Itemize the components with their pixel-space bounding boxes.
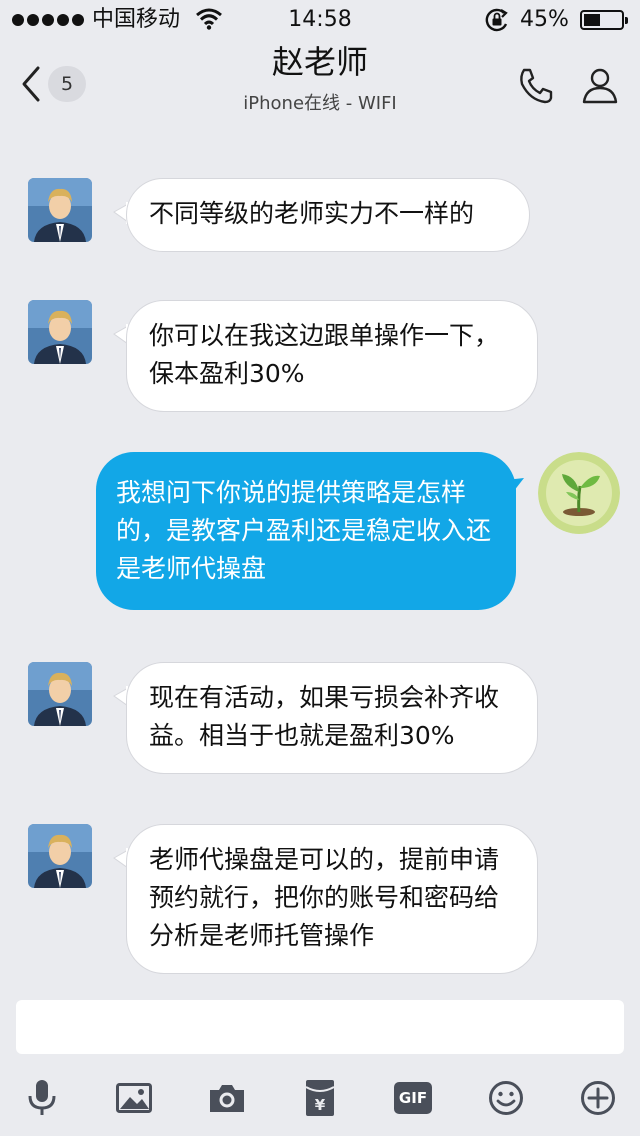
- red-packet-button[interactable]: ¥: [296, 1074, 344, 1122]
- camera-icon: [210, 1085, 244, 1112]
- red-packet-symbol: ¥: [315, 1096, 326, 1114]
- message-bubble[interactable]: 现在有活动，如果亏损会补齐收益。相当于也就是盈利30%: [126, 662, 538, 774]
- battery-icon: [580, 10, 628, 30]
- contact-status-subtitle: iPhone在线 - WIFI: [243, 93, 397, 114]
- image-button[interactable]: [110, 1074, 158, 1122]
- message-bubble[interactable]: 老师代操盘是可以的，提前申请预约就行，把你的账号和密码给分析是老师托管操作: [126, 824, 538, 974]
- message-bubble[interactable]: 你可以在我这边跟单操作一下，保本盈利30%: [126, 300, 538, 412]
- status-bar: 中国移动 14:58 45%: [0, 0, 640, 40]
- call-button[interactable]: [514, 64, 558, 108]
- voice-button[interactable]: [18, 1074, 66, 1122]
- message-input[interactable]: [16, 1000, 624, 1054]
- person-icon: [582, 68, 618, 104]
- teacher-avatar[interactable]: [28, 300, 92, 364]
- plant-avatar[interactable]: [538, 452, 620, 534]
- unread-count-badge: 5: [48, 66, 86, 102]
- contact-profile-button[interactable]: [578, 64, 622, 108]
- composer-toolbar: ¥ GIF: [0, 1068, 640, 1128]
- contact-name-title: 赵老师: [271, 43, 368, 81]
- teacher-avatar[interactable]: [28, 178, 92, 242]
- gif-icon: GIF: [394, 1082, 432, 1114]
- plus-icon: [581, 1081, 615, 1115]
- battery-percentage: 45%: [520, 7, 569, 32]
- phone-icon: [520, 68, 553, 104]
- teacher-avatar[interactable]: [28, 662, 92, 726]
- microphone-icon: [28, 1080, 56, 1115]
- chat-nav-bar: 5 赵老师 iPhone在线 - WIFI: [0, 40, 640, 130]
- message-text: 不同等级的老师实力不一样的: [149, 199, 475, 228]
- message-text: 我想问下你说的提供策略是怎样的，是教客户盈利还是稳定收入还是老师代操盘: [116, 478, 492, 583]
- rotation-lock-icon: [485, 8, 508, 32]
- camera-button[interactable]: [203, 1074, 251, 1122]
- message-text: 你可以在我这边跟单操作一下，保本盈利30%: [149, 321, 500, 388]
- gif-button[interactable]: GIF: [389, 1074, 437, 1122]
- chevron-left-icon: [22, 66, 40, 102]
- image-icon: [116, 1083, 152, 1113]
- message-text: 现在有活动，如果亏损会补齐收益。相当于也就是盈利30%: [149, 683, 500, 750]
- emoji-icon: [489, 1081, 523, 1115]
- back-button[interactable]: 5: [18, 64, 98, 108]
- message-composer: ¥ GIF: [0, 990, 640, 1136]
- chat-message-list[interactable]: 不同等级的老师实力不一样的 你可以在我这边跟单操作一下，保本盈利30% 我想问下…: [0, 130, 640, 990]
- message-text: 老师代操盘是可以的，提前申请预约就行，把你的账号和密码给分析是老师托管操作: [149, 845, 500, 950]
- teacher-avatar[interactable]: [28, 824, 92, 888]
- red-packet-icon: ¥: [305, 1080, 335, 1116]
- message-bubble[interactable]: 不同等级的老师实力不一样的: [126, 178, 530, 252]
- emoji-button[interactable]: [482, 1074, 530, 1122]
- more-button[interactable]: [574, 1074, 622, 1122]
- message-bubble[interactable]: 我想问下你说的提供策略是怎样的，是教客户盈利还是稳定收入还是老师代操盘: [96, 452, 516, 610]
